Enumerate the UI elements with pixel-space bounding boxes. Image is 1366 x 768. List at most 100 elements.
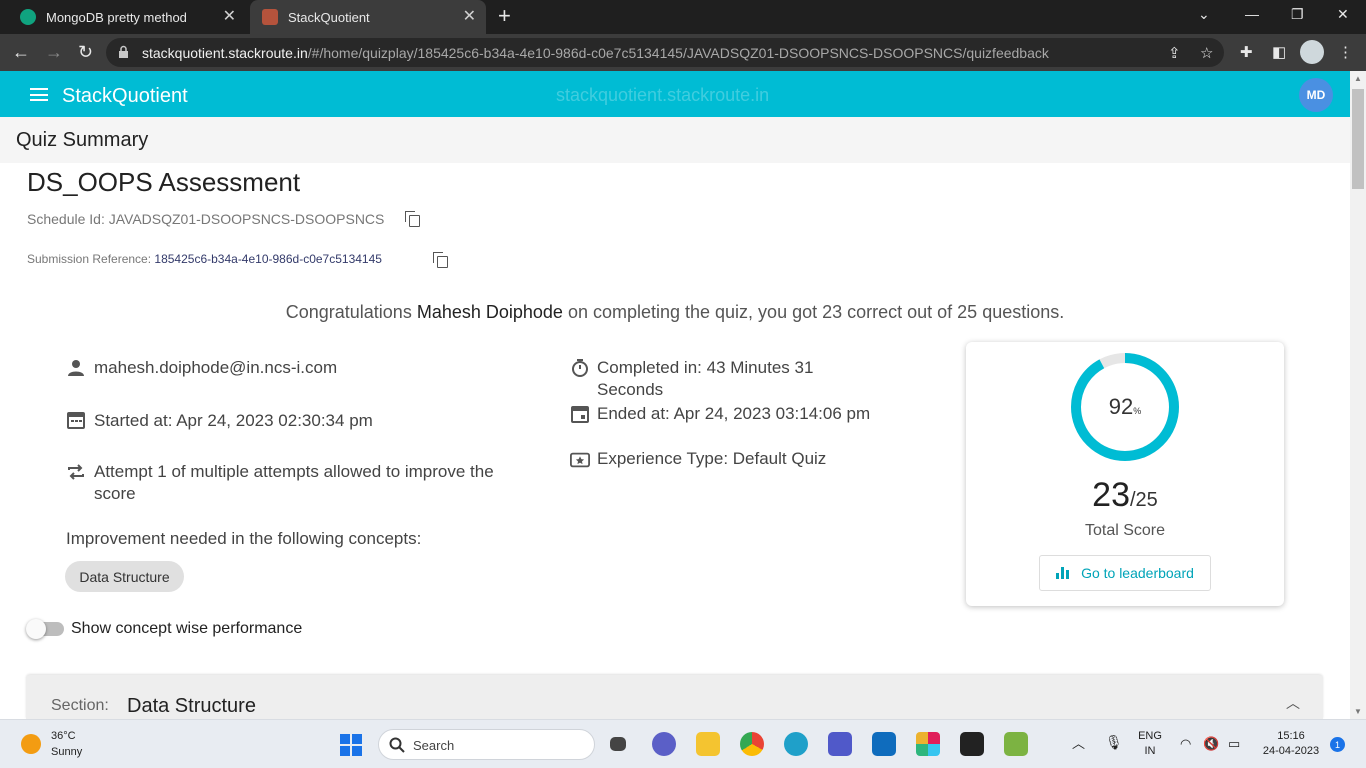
teams-icon[interactable]: [828, 732, 852, 756]
started-at: Started at: Apr 24, 2023 02:30:34 pm: [94, 411, 373, 430]
chat-icon[interactable]: [652, 732, 676, 756]
language-indicator[interactable]: ENG IN: [1134, 729, 1166, 759]
restore-icon[interactable]: ❐: [1291, 6, 1304, 23]
event-icon: [571, 406, 589, 423]
browser-tab-mongodb[interactable]: MongoDB pretty method ✕: [8, 0, 246, 34]
show-hidden-icons[interactable]: ︿: [1072, 736, 1085, 751]
bar-chart-icon: [1056, 567, 1071, 579]
browser-profile-avatar[interactable]: [1300, 40, 1324, 64]
score-value: 23/25: [966, 476, 1284, 515]
candidate-name: Mahesh Doiphode: [416, 302, 563, 322]
close-tab-icon[interactable]: ✕: [223, 9, 236, 25]
notification-badge[interactable]: 1: [1330, 737, 1345, 752]
scrollbar-thumb[interactable]: [1352, 89, 1364, 189]
concept-performance-toggle[interactable]: [26, 619, 64, 639]
lang-code: ENG: [1138, 730, 1162, 742]
task-view-icon[interactable]: [610, 737, 626, 751]
outlook-icon[interactable]: [872, 732, 896, 756]
subheader-title: Quiz Summary: [16, 129, 149, 151]
toggle-knob[interactable]: [26, 619, 46, 639]
clock-date: 24-04-2023: [1262, 745, 1320, 757]
schedule-id: Schedule Id: JAVADSQZ01-DSOOPSNCS-DSOOPS…: [27, 211, 384, 227]
lock-icon: [119, 45, 128, 58]
tab-title: StackQuotient: [288, 9, 370, 25]
person-icon: [68, 360, 84, 376]
calendar-icon: [67, 412, 85, 429]
page-title: DS_OOPS Assessment: [27, 167, 301, 197]
total-count: /25: [1130, 489, 1158, 511]
volume-muted-icon[interactable]: 🔇: [1203, 736, 1219, 751]
copy-submission-icon[interactable]: [433, 252, 448, 268]
submission-label: Submission Reference:: [27, 252, 155, 266]
stackquotient-icon: [262, 9, 278, 25]
new-tab-icon[interactable]: +: [498, 5, 511, 27]
congratulations-message: Congratulations Mahesh Doiphode on compl…: [0, 302, 1350, 323]
chevron-up-icon[interactable]: ︿: [1286, 693, 1300, 713]
score-card: 92% 23/25 Total Score Go to leaderboard: [966, 342, 1284, 606]
correct-count: 23: [1092, 476, 1130, 514]
back-icon[interactable]: ←: [12, 41, 30, 63]
congrats-prefix: Congratulations: [285, 302, 417, 322]
clock[interactable]: 15:16 24-04-2023: [1255, 729, 1327, 759]
microphone-icon[interactable]: 🎙: [1105, 735, 1123, 750]
side-panel-icon[interactable]: ◧: [1272, 43, 1286, 61]
completed-in: Completed in: 43 Minutes 31 Seconds: [597, 358, 814, 399]
chrome-icon[interactable]: [740, 732, 764, 756]
wifi-icon[interactable]: ◠: [1180, 736, 1191, 751]
edge-icon[interactable]: [784, 732, 808, 756]
score-percent: 92%: [1070, 394, 1180, 420]
lang-region: IN: [1144, 745, 1156, 757]
user-avatar[interactable]: MD: [1299, 78, 1333, 112]
leaderboard-button[interactable]: Go to leaderboard: [1039, 555, 1211, 591]
page-subheader: Quiz Summary: [0, 117, 1350, 163]
schedule-label: Schedule Id:: [27, 211, 109, 227]
hamburger-menu-icon[interactable]: [30, 88, 48, 101]
address-bar[interactable]: stackquotient.stackroute.in/#/home/quizp…: [106, 38, 1224, 67]
browser-menu-icon[interactable]: ⋮: [1338, 43, 1353, 61]
bookmark-star-icon[interactable]: ☆: [1200, 44, 1213, 62]
extensions-icon[interactable]: ✚: [1240, 43, 1253, 61]
improvement-label: Improvement needed in the following conc…: [66, 529, 422, 548]
experience-type: Experience Type: Default Quiz: [597, 449, 827, 468]
leaderboard-button-label: Go to leaderboard: [1081, 565, 1194, 581]
section-panel[interactable]: Section: Data Structure ︿: [26, 675, 1323, 719]
tab-search-icon[interactable]: ⌄: [1198, 6, 1210, 23]
repeat-icon: [68, 464, 84, 480]
taskbar-search[interactable]: Search: [378, 729, 595, 760]
browser-tab-stackquotient[interactable]: StackQuotient ✕: [250, 0, 486, 34]
forward-icon[interactable]: →: [45, 41, 63, 63]
task-manager-icon[interactable]: [1004, 732, 1028, 756]
reload-icon[interactable]: ↻: [78, 41, 93, 63]
scroll-up-icon[interactable]: ▲: [1354, 74, 1362, 83]
browser-toolbar: ← → ↻ stackquotient.stackroute.in/#/home…: [0, 34, 1366, 71]
section-label: Section:: [51, 697, 109, 714]
user-email: mahesh.doiphode@in.ncs-i.com: [94, 358, 338, 377]
total-score-label: Total Score: [1084, 522, 1166, 539]
slack-icon[interactable]: [916, 732, 940, 756]
windows-start-icon[interactable]: [340, 734, 362, 756]
clock-time: 15:16: [1277, 730, 1305, 742]
tab-title: MongoDB pretty method: [46, 9, 187, 25]
close-tab-icon[interactable]: ✕: [463, 9, 476, 25]
file-explorer-icon[interactable]: [696, 732, 720, 756]
scroll-down-icon[interactable]: ▼: [1354, 707, 1362, 716]
page-scrollbar[interactable]: ▲ ▼: [1350, 71, 1366, 719]
minimize-icon[interactable]: —: [1245, 6, 1259, 22]
close-window-icon[interactable]: ✕: [1337, 6, 1349, 23]
temperature: 36°C: [51, 730, 76, 742]
weather-sun-icon[interactable]: [21, 734, 41, 754]
timer-icon: [572, 359, 588, 377]
app-title[interactable]: StackQuotient: [62, 85, 188, 108]
copy-schedule-icon[interactable]: [405, 211, 420, 227]
openai-icon: [20, 9, 36, 25]
battery-icon[interactable]: ▭: [1228, 736, 1240, 751]
schedule-value: JAVADSQZ01-DSOOPSNCS-DSOOPSNCS: [108, 211, 385, 227]
percent-value: 92: [1108, 394, 1134, 419]
weather-widget[interactable]: 36°C Sunny: [51, 728, 82, 760]
app-header: StackQuotient stackquotient.stackroute.i…: [0, 71, 1350, 117]
share-icon[interactable]: ⇪: [1168, 44, 1181, 62]
watermark: stackquotient.stackroute.in: [556, 85, 770, 105]
search-placeholder: Search: [413, 738, 455, 753]
section-name: Data Structure: [127, 695, 256, 717]
sticky-notes-icon[interactable]: [960, 732, 984, 756]
